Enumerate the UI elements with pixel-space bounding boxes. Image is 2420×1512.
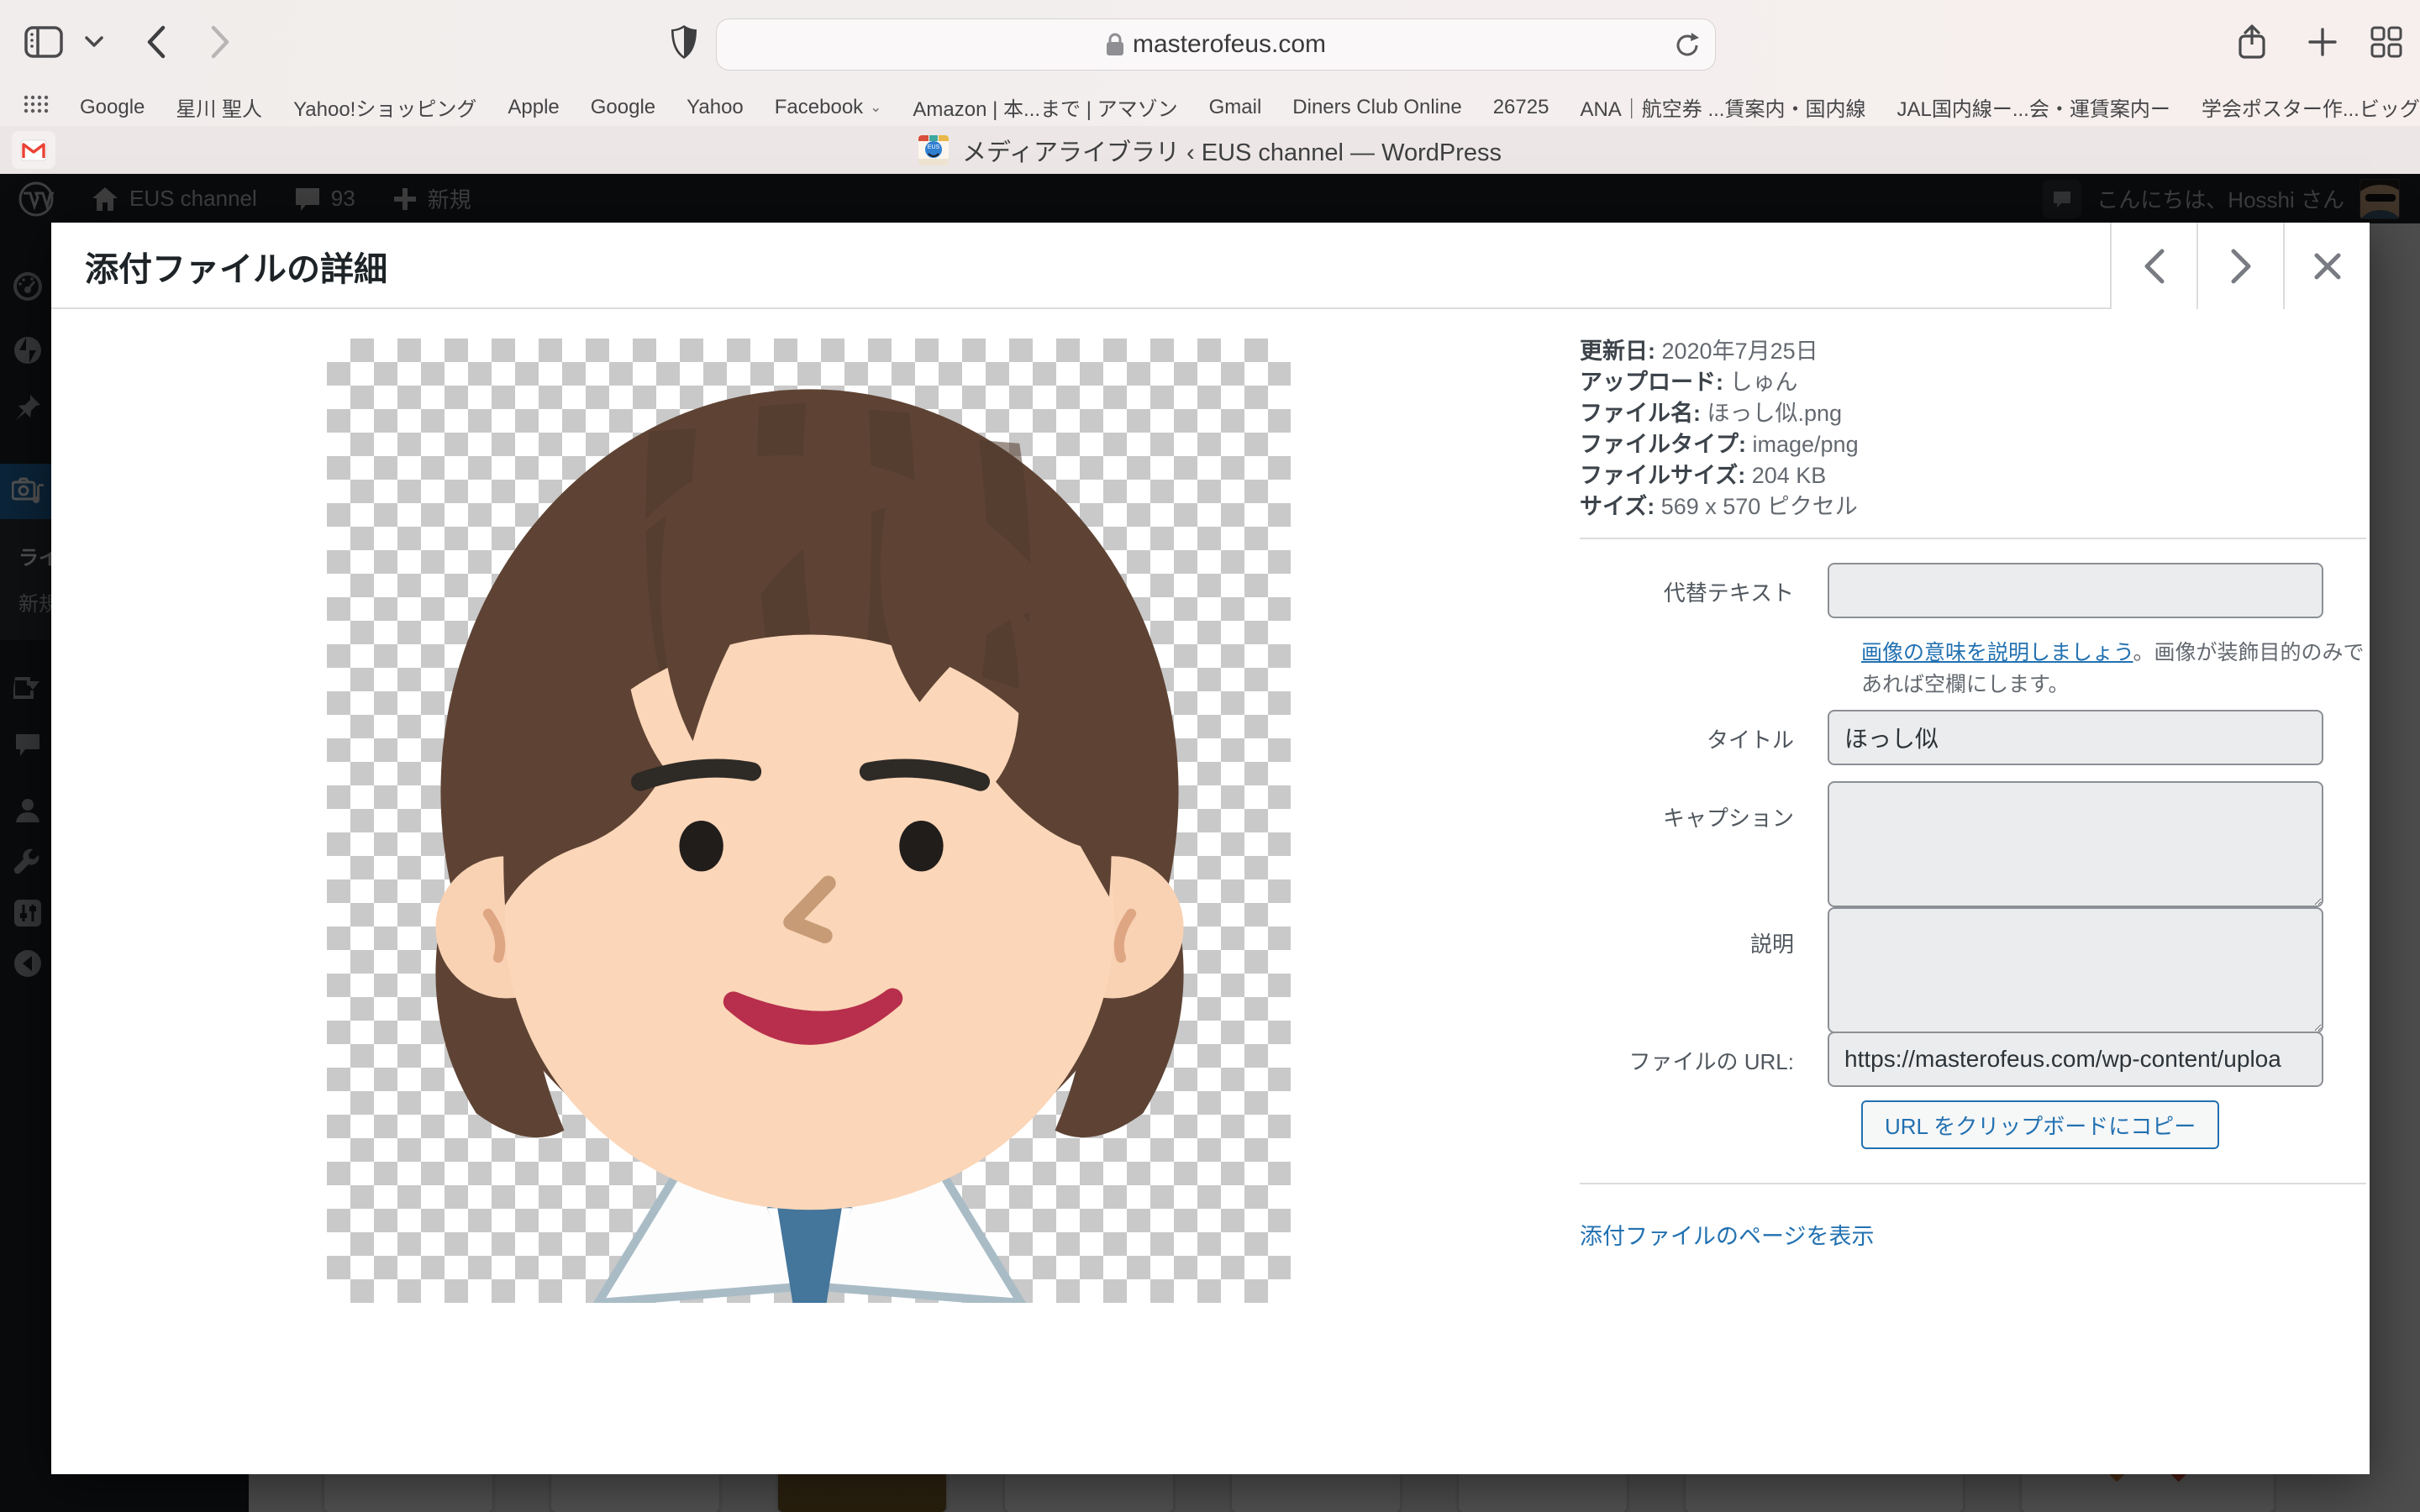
privacy-shield-icon[interactable] bbox=[660, 18, 708, 66]
bookmark-item[interactable]: ANA｜航空券 ...賃案内・国内線 bbox=[1580, 92, 1865, 122]
file-url-input[interactable] bbox=[1828, 1032, 2323, 1087]
modal-header: 添付ファイルの詳細 bbox=[51, 223, 2370, 309]
previous-attachment-button[interactable] bbox=[2110, 223, 2196, 309]
browser-chrome: masterofeus.com Google 星川 聖人 Yahoo!ショッピン… bbox=[0, 0, 2420, 174]
active-tab[interactable]: EUS メディアライブラリ ‹ EUS channel — WordPress bbox=[918, 133, 1502, 168]
bookmark-item[interactable]: 26725 bbox=[1493, 96, 1549, 119]
tab-overview-icon[interactable] bbox=[2363, 18, 2410, 66]
view-attachment-page-link[interactable]: 添付ファイルのページを表示 bbox=[1580, 1218, 1874, 1251]
bookmark-item[interactable]: Yahoo bbox=[687, 96, 744, 119]
alt-text-help: 画像の意味を説明しましょう。画像が装飾目的のみであれば空欄にします。 bbox=[1861, 637, 2365, 701]
new-tab-icon[interactable] bbox=[2299, 18, 2346, 66]
description-row: 説明 bbox=[1580, 907, 2323, 1033]
tab-title: メディアライブラリ ‹ EUS channel — WordPress bbox=[962, 133, 1502, 168]
meta-filesize: ファイルサイズ: 204 KB bbox=[1580, 460, 1859, 491]
attachment-preview-image bbox=[327, 339, 1291, 1303]
bookmark-folder-facebook[interactable]: Facebook⌄ bbox=[775, 96, 882, 119]
description-label: 説明 bbox=[1580, 907, 1828, 1033]
bookmarks-grid-icon[interactable] bbox=[24, 95, 49, 119]
bookmark-item[interactable]: JAL国内線ー...会・運賃案内ー bbox=[1897, 92, 2170, 122]
browser-toolbar: masterofeus.com bbox=[0, 0, 2420, 88]
next-attachment-button[interactable] bbox=[2196, 223, 2283, 309]
meta-updated: 更新日: 2020年7月25日 bbox=[1580, 336, 1859, 367]
attachment-metadata: 更新日: 2020年7月25日 アップロード: しゅん ファイル名: ほっし似.… bbox=[1580, 336, 1859, 522]
bookmark-item[interactable]: Yahoo!ショッピング bbox=[293, 92, 476, 122]
meta-uploaded-by: アップロード: しゅん bbox=[1580, 367, 1859, 398]
file-url-row: ファイルの URL: bbox=[1580, 1032, 2323, 1087]
attachment-info-panel: 更新日: 2020年7月25日 アップロード: しゅん ファイル名: ほっし似.… bbox=[1580, 309, 2370, 1474]
title-label: タイトル bbox=[1580, 710, 1828, 765]
title-row: タイトル bbox=[1580, 710, 2323, 765]
cartoon-face-illustration bbox=[327, 339, 1291, 1303]
url-text: masterofeus.com bbox=[1133, 30, 1326, 59]
pinned-tab-gmail[interactable] bbox=[12, 131, 55, 169]
copy-url-button[interactable]: URL をクリップボードにコピー bbox=[1861, 1100, 2219, 1149]
bookmark-item[interactable]: Gmail bbox=[1209, 96, 1262, 119]
chevron-down-icon: ⌄ bbox=[870, 99, 881, 116]
alt-text-label: 代替テキスト bbox=[1580, 563, 1828, 618]
caption-textarea[interactable] bbox=[1828, 781, 2323, 907]
file-url-label: ファイルの URL: bbox=[1580, 1032, 1828, 1087]
sidebar-chevron-icon[interactable] bbox=[71, 18, 118, 66]
meta-filename: ファイル名: ほっし似.png bbox=[1580, 398, 1859, 429]
lock-icon bbox=[1106, 33, 1124, 56]
bookmark-item[interactable]: Diners Club Online bbox=[1292, 96, 1461, 119]
tab-bar: EUS メディアライブラリ ‹ EUS channel — WordPress bbox=[0, 126, 2420, 174]
bookmark-item[interactable]: 学会ポスター作...ビッグネット bbox=[2202, 92, 2420, 122]
reload-icon[interactable] bbox=[1675, 31, 1700, 66]
bookmark-item[interactable]: Google bbox=[591, 96, 655, 119]
alt-text-input[interactable] bbox=[1828, 563, 2323, 618]
bookmark-item[interactable]: Amazon | 本...まで | アマゾン bbox=[913, 92, 1177, 122]
title-input[interactable] bbox=[1828, 710, 2323, 765]
back-button[interactable] bbox=[133, 18, 180, 66]
bookmarks-bar: Google 星川 聖人 Yahoo!ショッピング Apple Google Y… bbox=[0, 88, 2420, 126]
gmail-icon bbox=[20, 139, 47, 161]
sidebar-toggle-icon[interactable] bbox=[20, 18, 67, 66]
description-textarea[interactable] bbox=[1828, 907, 2323, 1033]
alt-help-link[interactable]: 画像の意味を説明しましょう bbox=[1861, 641, 2133, 664]
caption-label: キャプション bbox=[1580, 781, 1828, 907]
meta-filetype: ファイルタイプ: image/png bbox=[1580, 429, 1859, 460]
bookmark-item[interactable]: Google bbox=[80, 96, 145, 119]
svg-text:EUS: EUS bbox=[928, 144, 940, 150]
meta-dimensions: サイズ: 569 x 570 ピクセル bbox=[1580, 491, 1859, 522]
modal-title: 添付ファイルの詳細 bbox=[85, 223, 387, 309]
caption-row: キャプション bbox=[1580, 781, 2323, 907]
bookmark-item[interactable]: Apple bbox=[508, 96, 559, 119]
bookmark-item[interactable]: 星川 聖人 bbox=[176, 92, 262, 122]
close-modal-button[interactable] bbox=[2283, 223, 2370, 309]
address-bar[interactable]: masterofeus.com bbox=[716, 18, 1716, 71]
attachment-details-modal: 添付ファイルの詳細 bbox=[51, 223, 2370, 1474]
forward-button[interactable] bbox=[197, 18, 244, 66]
divider bbox=[1580, 538, 2366, 539]
site-favicon: EUS bbox=[918, 135, 949, 165]
alt-text-row: 代替テキスト bbox=[1580, 563, 2323, 618]
share-icon[interactable] bbox=[2228, 18, 2275, 66]
divider bbox=[1580, 1183, 2366, 1184]
